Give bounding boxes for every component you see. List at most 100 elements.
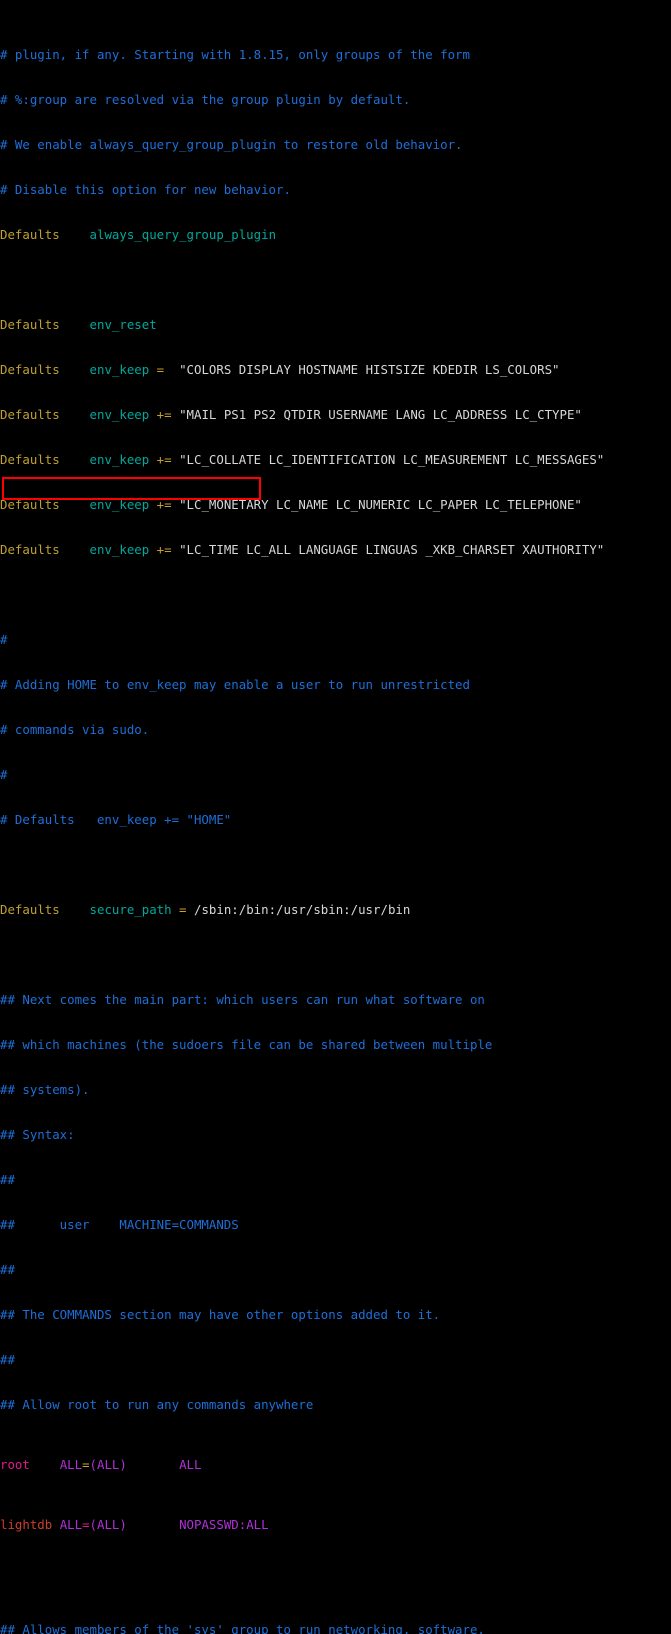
editor-line: Defaults always_query_group_plugin xyxy=(0,227,671,242)
comment-text: ## xyxy=(0,1262,15,1277)
editor-line: # We enable always_query_group_plugin to… xyxy=(0,137,671,152)
editor-line: ## Syntax: xyxy=(0,1127,671,1142)
editor-line: # xyxy=(0,632,671,647)
defaults-parameter: env_keep xyxy=(89,497,150,512)
editor-line: Defaults env_keep = "COLORS DISPLAY HOST… xyxy=(0,362,671,377)
defaults-parameter: env_reset xyxy=(89,317,157,332)
sudoers-rule-root: root ALL=(ALL) ALL xyxy=(0,1457,671,1472)
editor-line: ## xyxy=(0,1172,671,1187)
defaults-keyword: Defaults xyxy=(0,227,60,242)
comment-text: # We enable always_query_group_plugin to… xyxy=(0,137,463,152)
rule-user: lightdb xyxy=(0,1517,53,1532)
editor-line: ## user MACHINE=COMMANDS xyxy=(0,1217,671,1232)
rule-commands: ALL xyxy=(179,1457,202,1472)
assign-operator: += xyxy=(149,542,180,557)
sudoers-rule-lightdb: lightdb ALL=(ALL) NOPASSWD:ALL xyxy=(0,1517,671,1532)
defaults-parameter: secure_path xyxy=(89,902,172,917)
comment-text: ## Next comes the main part: which users… xyxy=(0,992,485,1007)
defaults-parameter: always_query_group_plugin xyxy=(89,227,277,242)
editor-line: # %:group are resolved via the group plu… xyxy=(0,92,671,107)
defaults-value: "LC_MONETARY LC_NAME LC_NUMERIC LC_PAPER… xyxy=(179,497,582,512)
comment-text: # commands via sudo. xyxy=(0,722,150,737)
comment-text: # Disable this option for new behavior. xyxy=(0,182,291,197)
comment-text: ## which machines (the sudoers file can … xyxy=(0,1037,493,1052)
defaults-value: "LC_TIME LC_ALL LANGUAGE LINGUAS _XKB_CH… xyxy=(179,542,605,557)
editor-line: # Defaults env_keep += "HOME" xyxy=(0,812,671,827)
editor-line: ## Next comes the main part: which users… xyxy=(0,992,671,1007)
editor-line: ## xyxy=(0,1262,671,1277)
rule-runas: (ALL) xyxy=(89,1457,127,1472)
comment-text: # %:group are resolved via the group plu… xyxy=(0,92,411,107)
defaults-keyword: Defaults xyxy=(0,362,60,377)
comment-text: ## Allows members of the 'sys' group to … xyxy=(0,1622,485,1634)
defaults-value: "MAIL PS1 PS2 QTDIR USERNAME LANG LC_ADD… xyxy=(179,407,582,422)
editor-line: # plugin, if any. Starting with 1.8.15, … xyxy=(0,47,671,62)
defaults-parameter: env_keep xyxy=(89,542,150,557)
comment-text: ## Allow root to run any commands anywhe… xyxy=(0,1397,314,1412)
comment-text: ## The COMMANDS section may have other o… xyxy=(0,1307,441,1322)
defaults-keyword: Defaults xyxy=(0,902,60,917)
assign-operator: = xyxy=(149,362,172,377)
editor-line: ## Allows members of the 'sys' group to … xyxy=(0,1622,671,1634)
comment-text: # plugin, if any. Starting with 1.8.15, … xyxy=(0,47,470,62)
editor-line: # commands via sudo. xyxy=(0,722,671,737)
rule-commands: NOPASSWD:ALL xyxy=(179,1517,269,1532)
defaults-keyword: Defaults xyxy=(0,407,60,422)
rule-user: root xyxy=(0,1457,30,1472)
defaults-keyword: Defaults xyxy=(0,452,60,467)
editor-line: Defaults env_keep += "LC_MONETARY LC_NAM… xyxy=(0,497,671,512)
rule-runas: (ALL) xyxy=(89,1517,127,1532)
assign-operator: = xyxy=(171,902,194,917)
editor-line: ## which machines (the sudoers file can … xyxy=(0,1037,671,1052)
defaults-value: "COLORS DISPLAY HOSTNAME HISTSIZE KDEDIR… xyxy=(171,362,560,377)
comment-text: # Adding HOME to env_keep may enable a u… xyxy=(0,677,470,692)
editor-line: ## systems). xyxy=(0,1082,671,1097)
editor-line: Defaults env_keep += "MAIL PS1 PS2 QTDIR… xyxy=(0,407,671,422)
editor-line: ## The COMMANDS section may have other o… xyxy=(0,1307,671,1322)
editor-line: Defaults env_reset xyxy=(0,317,671,332)
defaults-keyword: Defaults xyxy=(0,497,60,512)
comment-text: ## xyxy=(0,1352,15,1367)
defaults-keyword: Defaults xyxy=(0,317,60,332)
comment-text: # xyxy=(0,767,8,782)
editor-line: ## xyxy=(0,1352,671,1367)
terminal-screen[interactable]: # plugin, if any. Starting with 1.8.15, … xyxy=(0,0,671,1634)
comment-text: # Defaults env_keep += "HOME" xyxy=(0,812,232,827)
defaults-parameter: env_keep xyxy=(89,452,150,467)
rule-equals: = xyxy=(82,1517,90,1532)
comment-text: # xyxy=(0,632,8,647)
comment-text: ## xyxy=(0,1172,15,1187)
assign-operator: += xyxy=(149,452,180,467)
editor-line: # xyxy=(0,767,671,782)
editor-line: Defaults secure_path = /sbin:/bin:/usr/s… xyxy=(0,902,671,917)
defaults-keyword: Defaults xyxy=(0,542,60,557)
defaults-value: /sbin:/bin:/usr/sbin:/usr/bin xyxy=(193,902,411,917)
defaults-parameter: env_keep xyxy=(89,407,150,422)
rule-host: ALL xyxy=(59,1517,83,1532)
comment-text: ## user MACHINE=COMMANDS xyxy=(0,1217,239,1232)
editor-line: Defaults env_keep += "LC_COLLATE LC_IDEN… xyxy=(0,452,671,467)
editor-line: Defaults env_keep += "LC_TIME LC_ALL LAN… xyxy=(0,542,671,557)
comment-text: ## Syntax: xyxy=(0,1127,75,1142)
editor-line: # Disable this option for new behavior. xyxy=(0,182,671,197)
rule-equals: = xyxy=(82,1457,90,1472)
comment-text: ## systems). xyxy=(0,1082,90,1097)
defaults-parameter: env_keep xyxy=(89,362,150,377)
assign-operator: += xyxy=(149,407,180,422)
